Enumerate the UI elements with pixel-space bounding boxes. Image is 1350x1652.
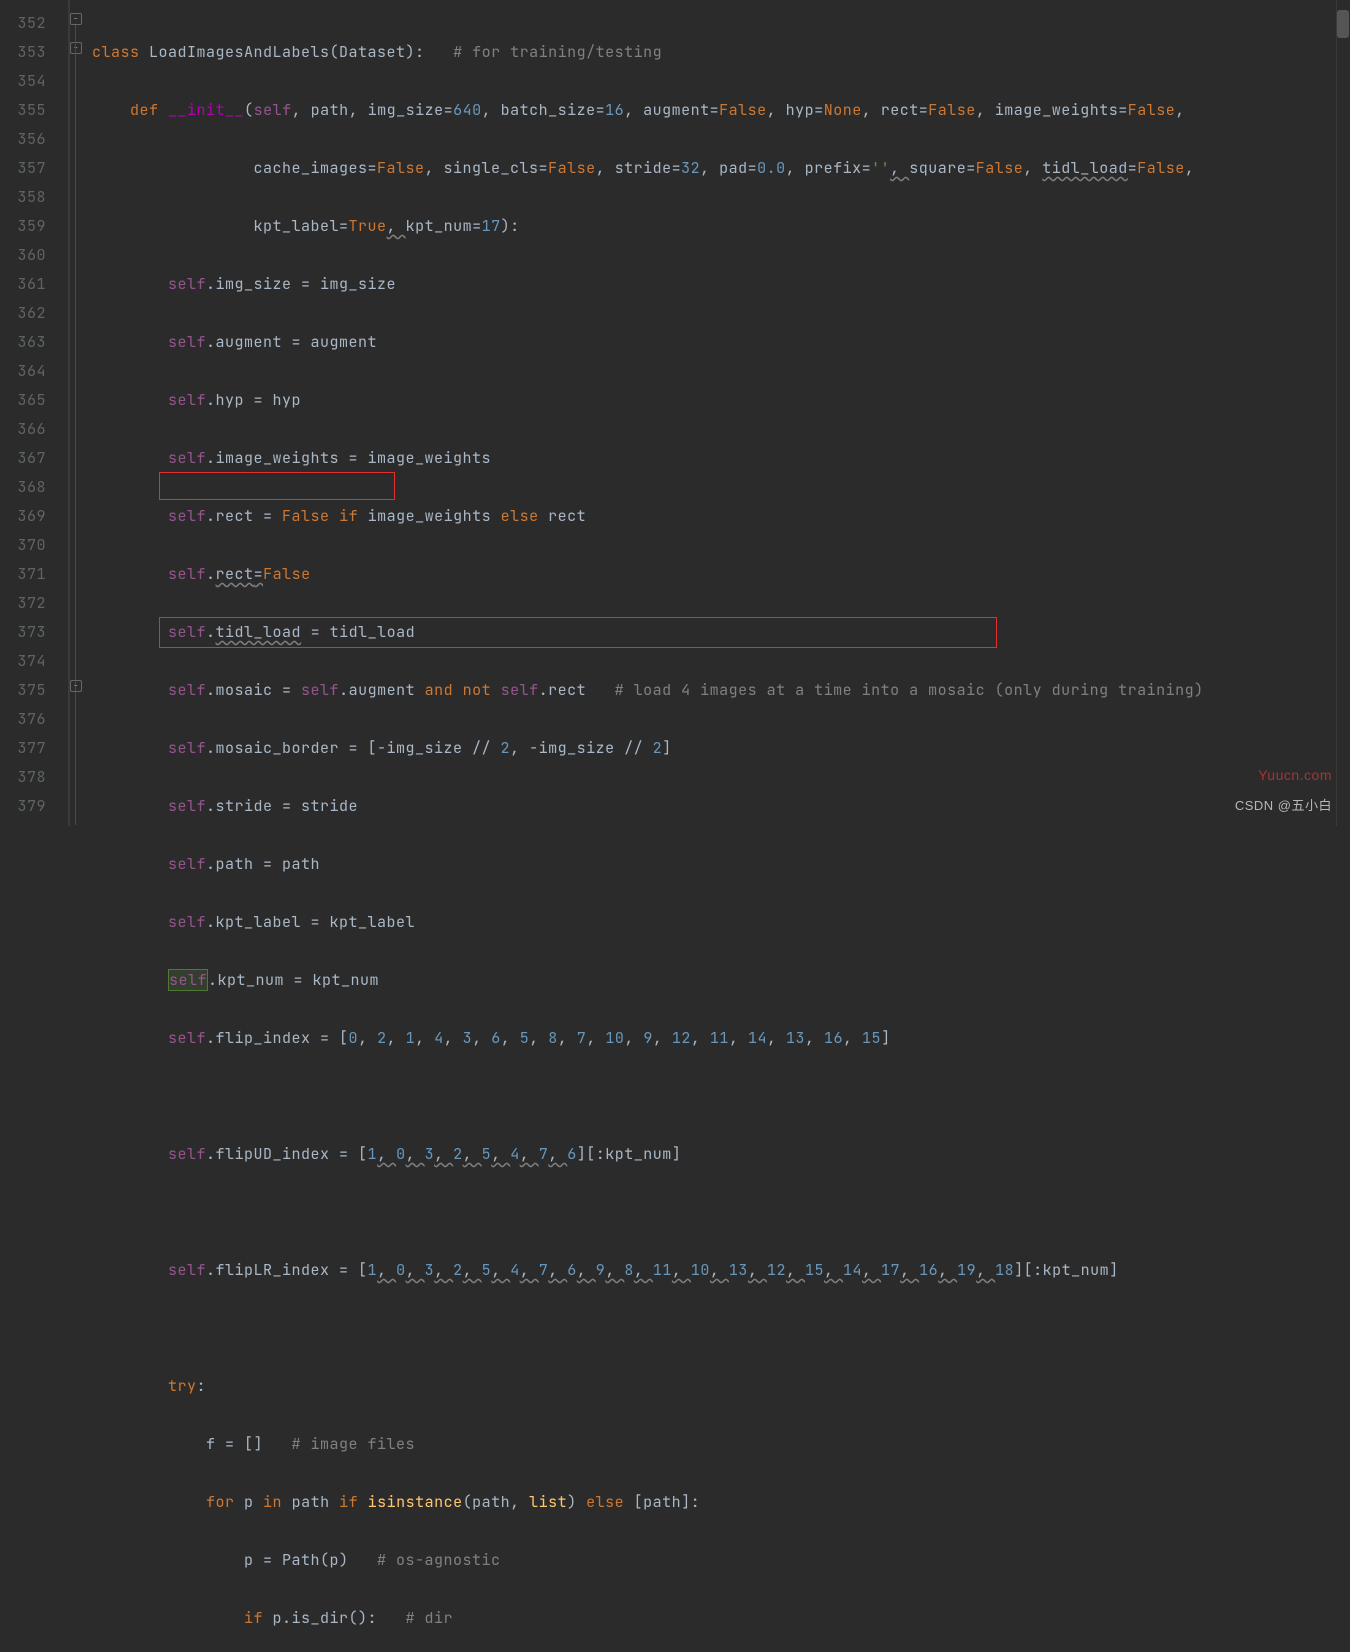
annotation-box	[159, 472, 395, 500]
fold-toggle-icon[interactable]: −	[70, 42, 82, 54]
line-number: 354	[0, 67, 46, 96]
comment: # load 4 images at a time into a mosaic …	[615, 680, 1204, 700]
line-number: 363	[0, 328, 46, 357]
line-number: 352	[0, 9, 46, 38]
comment: # for training/testing	[453, 42, 662, 62]
line-number: 367	[0, 444, 46, 473]
comment: # image files	[292, 1434, 416, 1454]
line-number: 362	[0, 299, 46, 328]
vertical-scrollbar[interactable]	[1336, 0, 1350, 826]
highlighted-self: self	[168, 969, 208, 991]
watermark: CSDN @五小白	[1231, 791, 1336, 820]
magic-method: __init__	[168, 100, 244, 120]
line-number: 368	[0, 473, 46, 502]
watermark: Yuucn.com	[1258, 761, 1332, 790]
line-number: 366	[0, 415, 46, 444]
line-number: 355	[0, 96, 46, 125]
line-number: 364	[0, 357, 46, 386]
line-number: 375	[0, 676, 46, 705]
fold-column: − − −	[70, 0, 92, 826]
line-number: 377	[0, 734, 46, 763]
line-number: 356	[0, 125, 46, 154]
line-number: 371	[0, 560, 46, 589]
line-number: 373	[0, 618, 46, 647]
line-number: 353	[0, 38, 46, 67]
line-number: 361	[0, 270, 46, 299]
line-number: 379	[0, 792, 46, 821]
comment: # os-agnostic	[377, 1550, 501, 1570]
code-area[interactable]: class LoadImagesAndLabels(Dataset): # fo…	[92, 0, 1350, 826]
line-number: 360	[0, 241, 46, 270]
line-number: 374	[0, 647, 46, 676]
line-number: 378	[0, 763, 46, 792]
line-number: 376	[0, 705, 46, 734]
line-number: 357	[0, 154, 46, 183]
fold-toggle-icon[interactable]: −	[70, 13, 82, 25]
comment: # dir	[406, 1608, 454, 1628]
line-number: 365	[0, 386, 46, 415]
keyword: class	[92, 42, 140, 62]
line-number: 369	[0, 502, 46, 531]
fold-toggle-icon[interactable]: −	[70, 680, 82, 692]
line-number-gutter: 352 353 354 355 356 357 358 359 360 361 …	[0, 0, 70, 826]
scrollbar-thumb[interactable]	[1337, 10, 1349, 38]
line-number: 359	[0, 212, 46, 241]
fold-guide	[75, 25, 76, 825]
code-editor[interactable]: 352 353 354 355 356 357 358 359 360 361 …	[0, 0, 1350, 826]
line-number: 370	[0, 531, 46, 560]
line-number: 372	[0, 589, 46, 618]
line-number: 358	[0, 183, 46, 212]
